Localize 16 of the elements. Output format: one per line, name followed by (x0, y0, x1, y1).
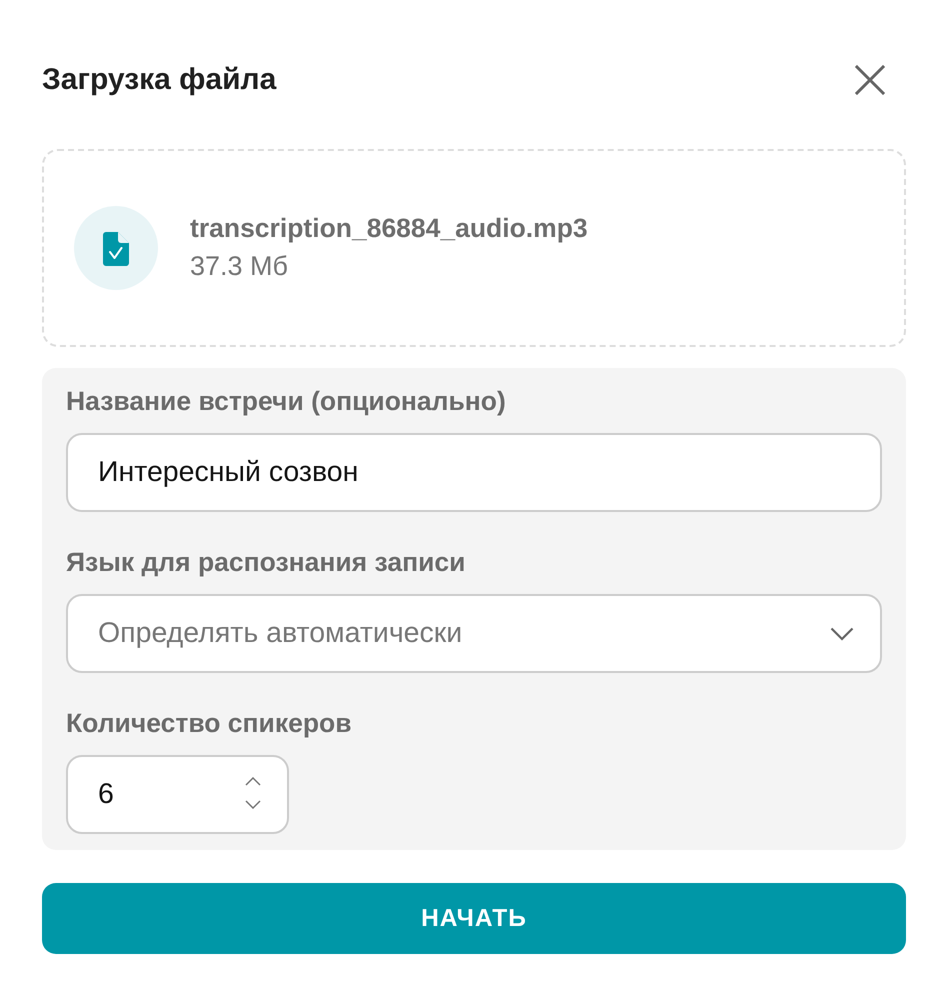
file-size: 37.3 Мб (190, 250, 290, 283)
file-name: transcription_86884_audio.mp3 (190, 212, 588, 245)
close-icon[interactable] (855, 65, 885, 95)
chevron-down-icon[interactable] (245, 800, 261, 809)
file-dropzone[interactable]: transcription_86884_audio.mp3 37.3 Мб (42, 149, 906, 347)
field-label: Язык для распознания записи (66, 546, 466, 578)
text-field[interactable]: Интересный созвон (66, 433, 882, 512)
start-button[interactable]: НАЧАТЬ (42, 883, 906, 954)
file-check-icon (74, 206, 158, 290)
dialog-title: Загрузка файла (42, 62, 276, 98)
chevron-down-icon (830, 626, 854, 640)
field-label: Количество спикеров (66, 707, 352, 739)
chevron-up-icon[interactable] (245, 777, 261, 786)
field-label: Название встречи (опционально) (66, 385, 506, 417)
number-field[interactable]: 6 (66, 755, 289, 834)
dropdown-field[interactable]: Определять автоматически (66, 594, 882, 673)
